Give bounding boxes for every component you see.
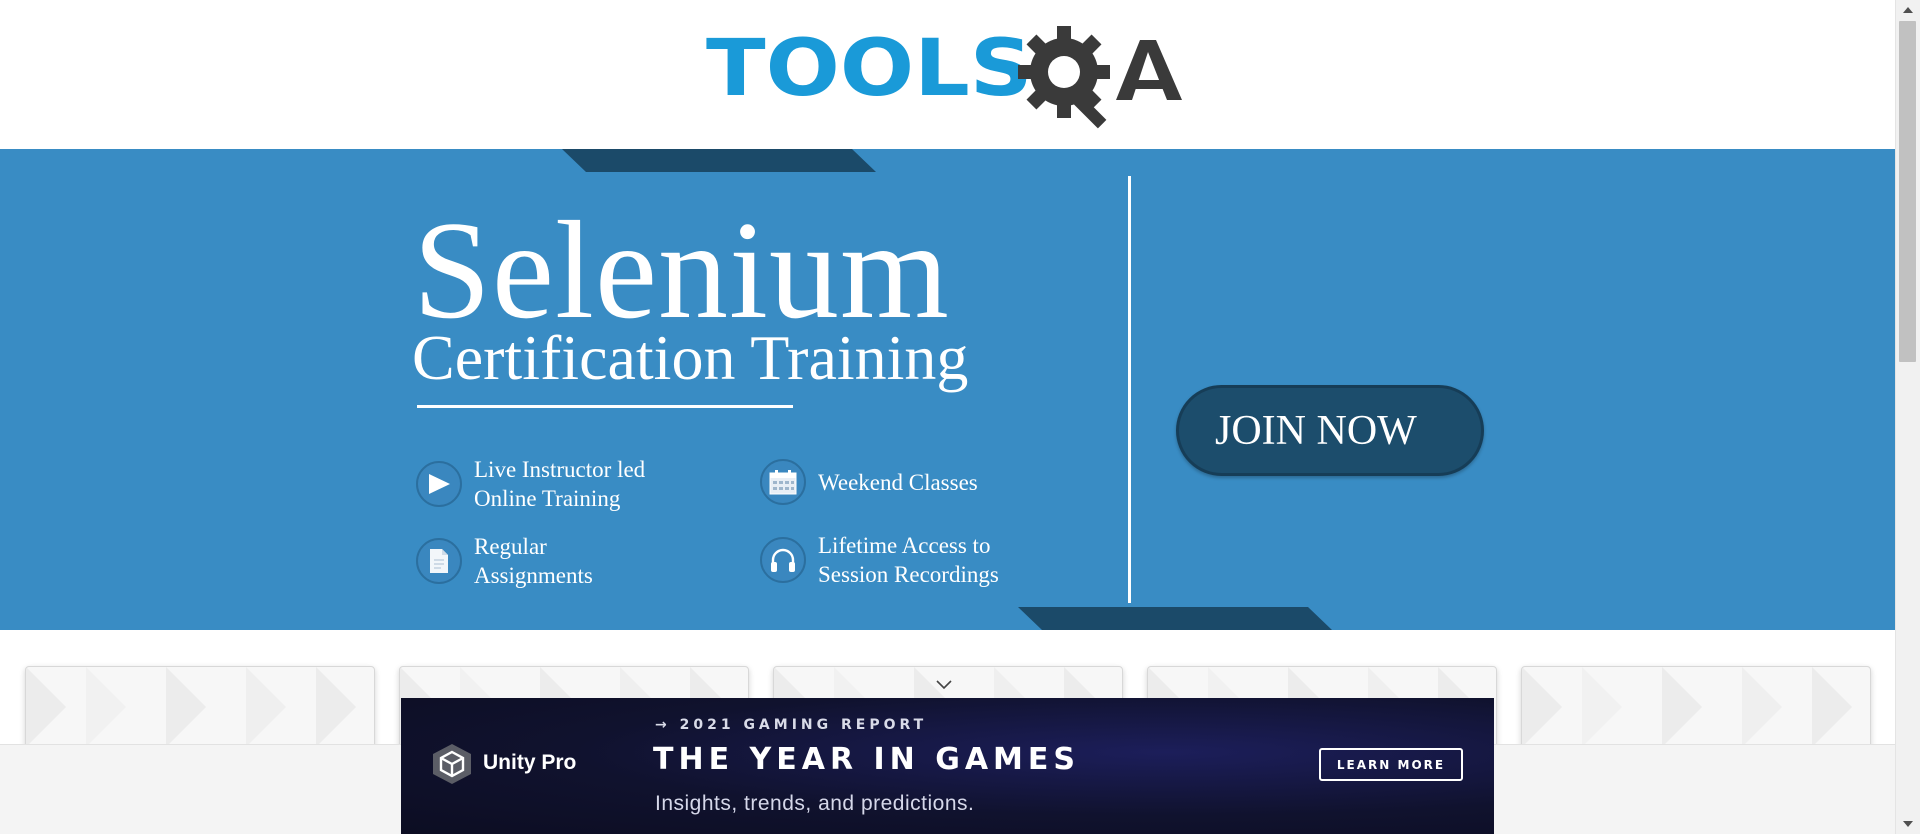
feature-live-training: Live Instructor led Online Training (416, 455, 645, 513)
feature-label-line2: Assignments (474, 563, 593, 588)
feature-lifetime-access: Lifetime Access to Session Recordings (760, 531, 999, 589)
banner-top-accent (562, 149, 876, 172)
collapse-ad-chevron-icon[interactable] (936, 680, 952, 690)
gear-magnifier-icon (1018, 26, 1182, 129)
feature-label-line2: Session Recordings (818, 562, 999, 587)
feature-weekend-classes: Weekend Classes (760, 459, 978, 505)
title-underline (417, 405, 793, 408)
feature-label-line1: Weekend Classes (818, 469, 978, 495)
headphones-icon (760, 537, 806, 583)
feature-label-line1: Lifetime Access to (818, 533, 991, 558)
join-now-button[interactable]: JOIN NOW (1176, 385, 1484, 476)
ad-kicker: → 2021 GAMING REPORT (655, 717, 928, 733)
calendar-icon (760, 459, 806, 505)
toolsqa-logo[interactable]: TOOLS (706, 22, 1192, 137)
banner-subtitle: Certification Training (412, 322, 969, 393)
unity-logo-icon (433, 744, 471, 784)
banner-title: Selenium (413, 193, 950, 348)
page-scrollbar[interactable] (1895, 0, 1920, 834)
document-icon (416, 538, 462, 584)
page-viewport: TOOLS Selenium Certification Training Li… (0, 0, 1895, 834)
ad-subline: Insights, trends, and predictions. (655, 792, 975, 815)
scroll-up-arrow-icon[interactable] (1896, 0, 1920, 20)
logo-tools-text: TOOLS (706, 24, 1033, 114)
banner-divider (1128, 176, 1131, 603)
course-banner[interactable]: Selenium Certification Training Live Ins… (0, 149, 1895, 630)
banner-bottom-accent (1018, 607, 1332, 630)
feature-label-line2: Online Training (474, 486, 621, 511)
unity-ad-banner[interactable]: Unity Pro → 2021 GAMING REPORT THE YEAR … (401, 698, 1494, 834)
feature-assignments: Regular Assignments (416, 532, 593, 590)
ad-brand-name: Unity Pro (483, 751, 577, 774)
scroll-down-arrow-icon[interactable] (1896, 814, 1920, 834)
learn-more-button[interactable]: LEARN MORE (1319, 748, 1463, 781)
feature-label-line1: Live Instructor led (474, 457, 646, 482)
feature-label-line1: Regular (474, 534, 547, 559)
scrollbar-thumb[interactable] (1899, 21, 1916, 362)
ad-headline: THE YEAR IN GAMES (653, 742, 1080, 777)
play-icon (416, 461, 462, 507)
